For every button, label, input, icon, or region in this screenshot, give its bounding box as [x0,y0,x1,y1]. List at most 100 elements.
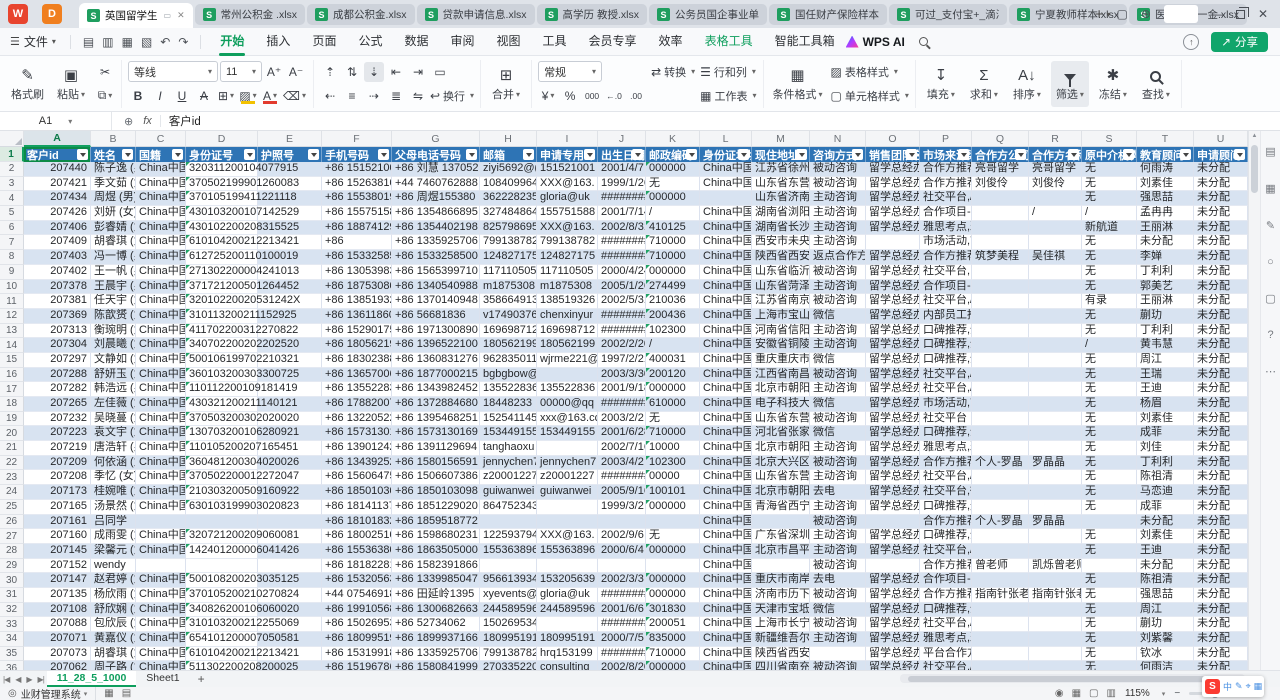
header-cell-P1[interactable]: 市场来源渠 [920,147,972,162]
cell-H4[interactable]: 362228235 [480,191,537,206]
cell-S22[interactable]: 无 [1082,456,1137,471]
cell-R21[interactable] [1029,441,1082,456]
cell-S6[interactable]: 新航道 [1082,221,1137,236]
cell-Q12[interactable] [972,309,1029,324]
cell-J15[interactable]: 1997/2/21 [598,353,646,368]
cell-C32[interactable]: China中国 [136,603,186,618]
filter-dropdown-icon[interactable] [122,149,133,160]
cell-J3[interactable]: 1999/1/26 [598,177,646,192]
cell-R15[interactable] [1029,353,1082,368]
cell-O14[interactable]: 留学总经办 [866,338,920,353]
cell-Q25[interactable] [972,500,1029,515]
cell-I11[interactable]: 138519326 [537,294,598,309]
cell-F31[interactable]: +44 07546918 [322,588,392,603]
copy-button[interactable]: ⧉ [95,86,115,106]
cell-R3[interactable]: 刘俊伶 [1029,177,1082,192]
cell-A14[interactable]: 207304 [24,338,91,353]
filter-dropdown-icon[interactable] [796,149,807,160]
cell-U20[interactable]: 未分配 [1194,426,1248,441]
cell-S30[interactable]: 无 [1082,573,1137,588]
header-cell-N1[interactable]: 咨询方式 [810,147,866,162]
cell-Q15[interactable] [972,353,1029,368]
cell-H35[interactable]: 799138782 [480,647,537,662]
cell-U6[interactable]: 未分配 [1194,221,1248,236]
cell-B31[interactable]: 杨欣雨 (女 [91,588,136,603]
column-header-A[interactable]: A [24,131,91,147]
cell-C18[interactable]: China中国 [136,397,186,412]
cell-R9[interactable] [1029,265,1082,280]
currency-button[interactable]: ¥ [538,86,558,106]
cell-A11[interactable]: 207381 [24,294,91,309]
cell-I10[interactable]: m1875308 [537,280,598,295]
cell-H3[interactable]: 108409964 [480,177,537,192]
cell-I5[interactable]: 155751588 [537,206,598,221]
cell-H14[interactable]: 180562199 [480,338,537,353]
row-header-1[interactable]: 1 [0,147,24,162]
cell-F24[interactable]: +86 18501030 [322,485,392,500]
cell-C17[interactable]: China中国 [136,382,186,397]
tab-list-chevron-icon[interactable]: ▾ [1107,10,1111,19]
cell-B11[interactable]: 任天宇 (女 [91,294,136,309]
header-cell-T1[interactable]: 教育顾问 [1137,147,1194,162]
cell-J4[interactable]: ######## [598,191,646,206]
cell-J25[interactable]: 1999/3/2 [598,500,646,515]
filter-dropdown-icon[interactable] [1123,149,1134,160]
cell-S31[interactable]: 无 [1082,588,1137,603]
redo-icon[interactable]: ↷ [178,35,188,49]
cell-K15[interactable]: 400031 [646,353,700,368]
column-header-E[interactable]: E [258,131,322,147]
filter-dropdown-icon[interactable] [244,149,255,160]
cell-S16[interactable]: 无 [1082,368,1137,383]
worksheet-button[interactable]: ▦工作表 [700,86,756,106]
wps-ai-button[interactable]: WPS AI [863,35,905,49]
search-icon[interactable] [919,37,928,46]
horizontal-scrollbar-thumb[interactable] [908,676,1228,682]
cell-L15[interactable]: China中国 [700,353,752,368]
cell-C36[interactable]: China中国 [136,661,186,670]
cell-T18[interactable]: 杨眉 [1137,397,1194,412]
cell-C29[interactable] [136,559,186,574]
cell-G18[interactable]: +86 1372884680 [392,397,480,412]
cell-F35[interactable]: +86 15319918 [322,647,392,662]
cell-T11[interactable]: 王丽淋 [1137,294,1194,309]
cell-B19[interactable]: 吴晓蔓 (女 [91,412,136,427]
cell-I29[interactable] [537,559,598,574]
align-top-button[interactable]: ⇡ [320,62,340,82]
cell-B10[interactable]: 王晨宇 (男 [91,280,136,295]
row-header[interactable]: 7 [0,235,24,250]
cell-T21[interactable]: 刘佳 [1137,441,1194,456]
row-header[interactable]: 31 [0,588,24,603]
cell-M9[interactable]: 山东省临沂 [752,265,810,280]
cell-T17[interactable]: 王迪 [1137,382,1194,397]
print-icon[interactable]: ▥ [102,35,113,49]
sort-button[interactable]: A↓排序 [1008,61,1046,107]
cell-D14[interactable]: 340702200202202520 [186,338,258,353]
cell-H5[interactable]: 327484864 [480,206,537,221]
cell-A28[interactable]: 207145 [24,544,91,559]
cell-S7[interactable]: 无 [1082,235,1137,250]
cell-N26[interactable]: 被动咨询 [810,515,866,530]
cell-M20[interactable]: 河北省张家 [752,426,810,441]
system-menu[interactable]: 业财管理系统 [21,686,81,700]
cell-F33[interactable]: +86 15026953 [322,617,392,632]
cell-S18[interactable]: 无 [1082,397,1137,412]
cell-I6[interactable]: XXX@163. [537,221,598,236]
cell-U15[interactable]: 未分配 [1194,353,1248,368]
format-painter-button[interactable]: ✎格式刷 [8,61,47,107]
cell-A36[interactable]: 207062 [24,661,91,670]
cell-N5[interactable]: 主动咨询 [810,206,866,221]
cell-O29[interactable] [866,559,920,574]
cell-H32[interactable]: 244589596 [480,603,537,618]
cell-N4[interactable]: 主动咨询 [810,191,866,206]
cell-M10[interactable]: 山东省菏泽 [752,280,810,295]
cell-P20[interactable]: 口碑推荐,全 [920,426,972,441]
cell-D28[interactable]: 142401200006041426 [186,544,258,559]
cell-H30[interactable]: 956613934 [480,573,537,588]
cell-I7[interactable]: 799138782 [537,235,598,250]
cell-I31[interactable]: gloria@uk [537,588,598,603]
ime-keyboard-icon[interactable]: ▦ [1254,681,1263,692]
cell-H13[interactable]: 169698712 [480,324,537,339]
cell-S4[interactable]: 无 [1082,191,1137,206]
cell-M8[interactable]: 陕西省西安 [752,250,810,265]
cell-J8[interactable]: ######## [598,250,646,265]
